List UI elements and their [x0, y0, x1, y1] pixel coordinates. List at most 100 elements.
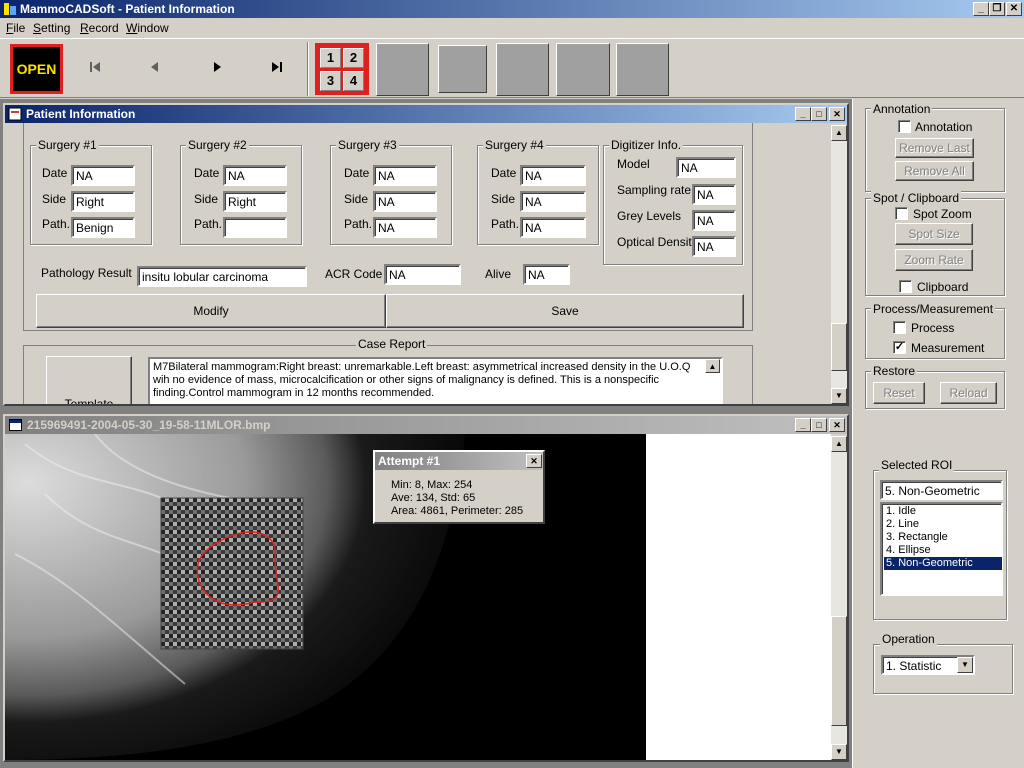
thumbnail-slot[interactable] — [616, 43, 669, 96]
child-close-button[interactable]: ✕ — [829, 418, 845, 432]
thumbnail-slot[interactable] — [556, 43, 610, 96]
scroll-down-icon[interactable]: ▼ — [831, 388, 847, 404]
surgery-1-side-field[interactable]: Right — [71, 191, 135, 212]
child-minimize-button[interactable]: _ — [795, 107, 811, 121]
thumbnail-slot[interactable] — [496, 43, 549, 96]
annotation-title: Annotation — [871, 102, 933, 116]
side-label: Side — [344, 192, 369, 206]
acr-code-field[interactable]: NA — [384, 264, 461, 285]
surgery-3-side-field[interactable]: NA — [373, 191, 437, 212]
layout-grid-selector[interactable]: 1 2 3 4 — [315, 43, 369, 95]
acr-code-label: ACR Code — [325, 267, 383, 281]
model-field[interactable]: NA — [676, 157, 736, 178]
remove-last-button[interactable]: Remove Last — [895, 138, 974, 158]
sampling-field[interactable]: NA — [692, 184, 736, 205]
grey-levels-field[interactable]: NA — [692, 210, 736, 231]
scroll-down-icon[interactable]: ▼ — [831, 744, 847, 760]
zoom-rate-button[interactable]: Zoom Rate — [895, 249, 973, 271]
template-button[interactable]: Template — [46, 356, 132, 404]
previous-image-icon[interactable] — [148, 60, 162, 74]
image-viewport[interactable]: Attempt #1 ✕ Min: 8, Max: 254 Ave: 134, … — [5, 434, 831, 760]
save-button[interactable]: Save — [386, 294, 744, 328]
patient-vertical-scrollbar[interactable]: ▲ ▼ — [831, 125, 847, 404]
surgery-4-path-field[interactable]: NA — [520, 217, 586, 238]
spot-clipboard-title: Spot / Clipboard — [871, 191, 962, 205]
scroll-up-icon[interactable]: ▲ — [831, 436, 847, 452]
pathology-field[interactable]: insitu lobular carcinoma — [137, 266, 307, 287]
first-image-icon[interactable] — [88, 60, 102, 74]
surgery-2-path-field[interactable] — [223, 217, 287, 238]
clipboard-checkbox[interactable] — [899, 280, 912, 293]
alive-label: Alive — [485, 267, 512, 281]
minimize-button[interactable]: _ — [973, 2, 989, 16]
menu-record[interactable]: Record — [80, 21, 119, 35]
spot-size-button[interactable]: Spot Size — [895, 223, 973, 245]
remove-all-button[interactable]: Remove All — [895, 161, 974, 181]
layout-cell-2[interactable]: 2 — [343, 48, 364, 68]
last-image-icon[interactable] — [270, 60, 284, 74]
side-label: Side — [42, 192, 67, 206]
open-button[interactable]: OPEN — [10, 44, 63, 94]
scroll-thumb[interactable] — [831, 616, 847, 726]
surgery-2-date-field[interactable]: NA — [223, 165, 287, 186]
menu-file[interactable]: File — [6, 21, 25, 35]
menu-setting[interactable]: Setting — [33, 21, 70, 35]
surgery-4-title: Surgery #4 — [483, 138, 546, 152]
menu-bar: File Setting Record Window — [0, 19, 1024, 37]
surgery-1-date-field[interactable]: NA — [71, 165, 135, 186]
right-panel: Annotation Annotation Remove Last Remove… — [852, 99, 1024, 768]
date-label: Date — [344, 166, 370, 180]
measurement-checkbox[interactable]: ✓ — [893, 341, 906, 354]
selected-roi-field[interactable]: 5. Non-Geometric — [880, 480, 1003, 500]
child-maximize-button[interactable]: □ — [811, 107, 827, 121]
roi-listbox[interactable]: 1. Idle 2. Line 3. Rectangle 4. Ellipse … — [880, 502, 1003, 596]
scroll-up-icon[interactable]: ▲ — [831, 125, 847, 141]
scroll-up-icon[interactable]: ▲ — [705, 359, 720, 373]
side-label: Side — [194, 192, 219, 206]
roi-item-rectangle[interactable]: 3. Rectangle — [884, 531, 1002, 544]
roi-item-non-geometric[interactable]: 5. Non-Geometric — [884, 557, 1002, 570]
measurement-label: Measurement — [911, 341, 985, 355]
stat-ave-std: Ave: 134, Std: 65 — [391, 492, 476, 504]
optical-density-field[interactable]: NA — [692, 236, 736, 257]
operation-title: Operation — [880, 632, 937, 646]
patient-form: Surgery #1 Date NA Side Right Path. Beni… — [5, 123, 847, 404]
layout-cell-4[interactable]: 4 — [343, 71, 364, 91]
thumbnail-slot[interactable] — [376, 43, 429, 96]
child-minimize-button[interactable]: _ — [795, 418, 811, 432]
layout-cell-3[interactable]: 3 — [320, 71, 341, 91]
next-image-icon[interactable] — [210, 60, 224, 74]
reset-button[interactable]: Reset — [873, 382, 925, 404]
layout-cell-1[interactable]: 1 — [320, 48, 341, 68]
child-close-button[interactable]: ✕ — [829, 107, 845, 121]
roi-item-ellipse[interactable]: 4. Ellipse — [884, 544, 1002, 557]
surgery-4-side-field[interactable]: NA — [520, 191, 586, 212]
menu-window[interactable]: Window — [126, 21, 169, 35]
chevron-down-icon[interactable]: ▼ — [957, 657, 973, 673]
child-maximize-button[interactable]: □ — [811, 418, 827, 432]
thumbnail-slot[interactable] — [438, 45, 487, 93]
roi-item-line[interactable]: 2. Line — [884, 518, 1002, 531]
annotation-checkbox[interactable] — [898, 120, 911, 133]
mammogram-image[interactable] — [5, 434, 646, 760]
image-vertical-scrollbar[interactable]: ▲ ▼ — [831, 436, 847, 760]
surgery-3-date-field[interactable]: NA — [373, 165, 437, 186]
process-label: Process — [911, 321, 955, 335]
close-button[interactable]: ✕ — [1006, 2, 1022, 16]
case-report-textarea[interactable]: M7Bilateral mammogram:Right breast: unre… — [148, 357, 723, 404]
spot-zoom-checkbox[interactable] — [895, 207, 908, 220]
surgery-1-path-field[interactable]: Benign — [71, 217, 135, 238]
roi-item-idle[interactable]: 1. Idle — [884, 505, 1002, 518]
surgery-4-date-field[interactable]: NA — [520, 165, 586, 186]
surgery-3-path-field[interactable]: NA — [373, 217, 437, 238]
reload-button[interactable]: Reload — [940, 382, 997, 404]
scroll-thumb[interactable] — [831, 323, 847, 371]
popup-close-button[interactable]: ✕ — [526, 454, 542, 468]
modify-button[interactable]: Modify — [36, 294, 386, 328]
alive-field[interactable]: NA — [523, 264, 570, 285]
surgery-2-side-field[interactable]: Right — [223, 191, 287, 212]
process-checkbox[interactable] — [893, 321, 906, 334]
image-window: 215969491-2004-05-30_19-58-11MLOR.bmp _ … — [3, 414, 849, 762]
restore-button[interactable]: ❐ — [989, 2, 1005, 16]
optical-density-label: Optical Density — [617, 235, 698, 249]
